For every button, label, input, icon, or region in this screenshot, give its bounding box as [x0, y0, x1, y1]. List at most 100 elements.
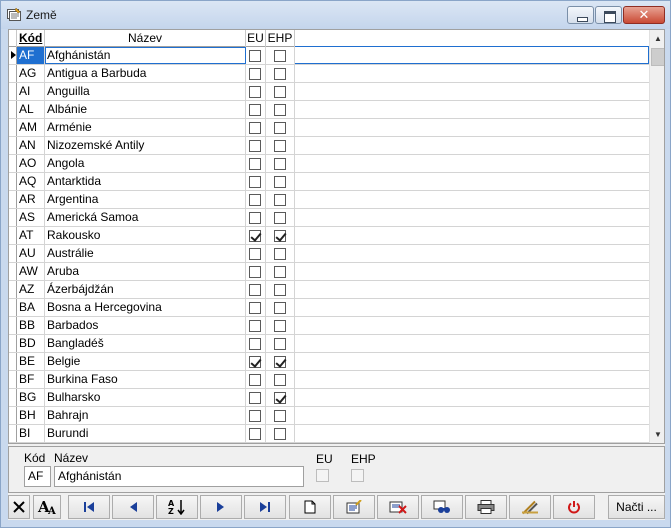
table-row[interactable]: BG Bulharsko: [9, 389, 649, 407]
row-indicator[interactable]: [9, 47, 17, 64]
eu-checkbox[interactable]: [249, 212, 261, 224]
eu-checkbox[interactable]: [249, 248, 261, 260]
ehp-checkbox[interactable]: [274, 320, 286, 332]
cell-nazev[interactable]: Afghánistán: [45, 47, 246, 64]
eu-checkbox[interactable]: [249, 338, 261, 350]
table-row[interactable]: BF Burkina Faso: [9, 371, 649, 389]
eu-checkbox[interactable]: [249, 86, 261, 98]
load-button[interactable]: Načti ...: [608, 495, 665, 519]
close-x-button[interactable]: [8, 495, 30, 519]
cell-nazev[interactable]: Albánie: [45, 101, 246, 118]
eu-checkbox[interactable]: [249, 230, 261, 242]
eu-checkbox[interactable]: [249, 284, 261, 296]
row-indicator[interactable]: [9, 299, 17, 316]
cell-nazev[interactable]: Barbados: [45, 317, 246, 334]
row-indicator[interactable]: [9, 317, 17, 334]
cell-kod[interactable]: AT: [17, 227, 45, 244]
cell-kod[interactable]: AQ: [17, 173, 45, 190]
scroll-thumb[interactable]: [651, 48, 664, 66]
row-indicator[interactable]: [9, 335, 17, 352]
row-indicator[interactable]: [9, 425, 17, 442]
ehp-checkbox[interactable]: [274, 284, 286, 296]
cell-nazev[interactable]: Bangladéš: [45, 335, 246, 352]
cell-nazev[interactable]: Antarktida: [45, 173, 246, 190]
eu-checkbox[interactable]: [249, 140, 261, 152]
table-row[interactable]: AF Afghánistán: [9, 46, 649, 65]
cell-nazev[interactable]: Antigua a Barbuda: [45, 65, 246, 82]
ehp-checkbox[interactable]: [274, 140, 286, 152]
row-indicator[interactable]: [9, 119, 17, 136]
table-row[interactable]: AU Austrálie: [9, 245, 649, 263]
row-indicator[interactable]: [9, 209, 17, 226]
row-indicator[interactable]: [9, 101, 17, 118]
ehp-checkbox[interactable]: [274, 86, 286, 98]
power-button[interactable]: [553, 495, 595, 519]
print-button[interactable]: [465, 495, 507, 519]
cell-kod[interactable]: AU: [17, 245, 45, 262]
ehp-checkbox[interactable]: [274, 266, 286, 278]
cell-kod[interactable]: AF: [17, 47, 45, 64]
ehp-checkbox[interactable]: [274, 392, 286, 404]
title-bar[interactable]: Země ✕: [1, 1, 670, 29]
row-indicator[interactable]: [9, 173, 17, 190]
nazev-field[interactable]: Afghánistán: [54, 466, 304, 487]
ehp-checkbox[interactable]: [274, 158, 286, 170]
next-record-button[interactable]: [200, 495, 242, 519]
table-row[interactable]: AT Rakousko: [9, 227, 649, 245]
eu-checkbox[interactable]: [249, 266, 261, 278]
table-row[interactable]: BA Bosna a Hercegovina: [9, 299, 649, 317]
row-indicator[interactable]: [9, 191, 17, 208]
ehp-checkbox[interactable]: [274, 68, 286, 80]
row-indicator[interactable]: [9, 389, 17, 406]
eu-checkbox[interactable]: [249, 104, 261, 116]
sort-button[interactable]: AZ: [156, 495, 198, 519]
cell-kod[interactable]: BA: [17, 299, 45, 316]
ehp-checkbox[interactable]: [274, 374, 286, 386]
table-row[interactable]: BD Bangladéš: [9, 335, 649, 353]
cell-nazev[interactable]: Burkina Faso: [45, 371, 246, 388]
ehp-checkbox[interactable]: [274, 122, 286, 134]
table-row[interactable]: BE Belgie: [9, 353, 649, 371]
table-row[interactable]: BH Bahrajn: [9, 407, 649, 425]
minimize-button[interactable]: [567, 6, 594, 24]
table-row[interactable]: BB Barbados: [9, 317, 649, 335]
table-row[interactable]: AL Albánie: [9, 101, 649, 119]
row-indicator[interactable]: [9, 281, 17, 298]
cell-kod[interactable]: AL: [17, 101, 45, 118]
table-row[interactable]: AO Angola: [9, 155, 649, 173]
row-indicator[interactable]: [9, 245, 17, 262]
cell-nazev[interactable]: Belgie: [45, 353, 246, 370]
eu-checkbox[interactable]: [249, 374, 261, 386]
delete-record-button[interactable]: [377, 495, 419, 519]
row-indicator[interactable]: [9, 263, 17, 280]
eu-checkbox[interactable]: [249, 428, 261, 440]
cell-kod[interactable]: AZ: [17, 281, 45, 298]
cell-nazev[interactable]: Anguilla: [45, 83, 246, 100]
search-button[interactable]: [421, 495, 463, 519]
eu-checkbox[interactable]: [249, 176, 261, 188]
table-row[interactable]: AG Antigua a Barbuda: [9, 65, 649, 83]
edit-record-button[interactable]: [333, 495, 375, 519]
table-row[interactable]: AI Anguilla: [9, 83, 649, 101]
row-indicator[interactable]: [9, 353, 17, 370]
row-indicator[interactable]: [9, 155, 17, 172]
cell-nazev[interactable]: Argentina: [45, 191, 246, 208]
new-record-button[interactable]: [289, 495, 331, 519]
eu-checkbox[interactable]: [249, 158, 261, 170]
ehp-checkbox[interactable]: [274, 194, 286, 206]
eu-checkbox[interactable]: [249, 410, 261, 422]
eu-checkbox[interactable]: [249, 392, 261, 404]
eu-checkbox[interactable]: [249, 302, 261, 314]
eu-checkbox[interactable]: [249, 194, 261, 206]
cell-nazev[interactable]: Ázerbájdžán: [45, 281, 246, 298]
ehp-checkbox[interactable]: [274, 338, 286, 350]
cell-kod[interactable]: AW: [17, 263, 45, 280]
cell-kod[interactable]: BH: [17, 407, 45, 424]
cell-kod[interactable]: AI: [17, 83, 45, 100]
first-record-button[interactable]: [68, 495, 110, 519]
ehp-checkbox[interactable]: [274, 212, 286, 224]
kod-field[interactable]: AF: [24, 466, 51, 487]
cell-kod[interactable]: BE: [17, 353, 45, 370]
maximize-button[interactable]: [595, 6, 622, 24]
ehp-checkbox[interactable]: [274, 302, 286, 314]
